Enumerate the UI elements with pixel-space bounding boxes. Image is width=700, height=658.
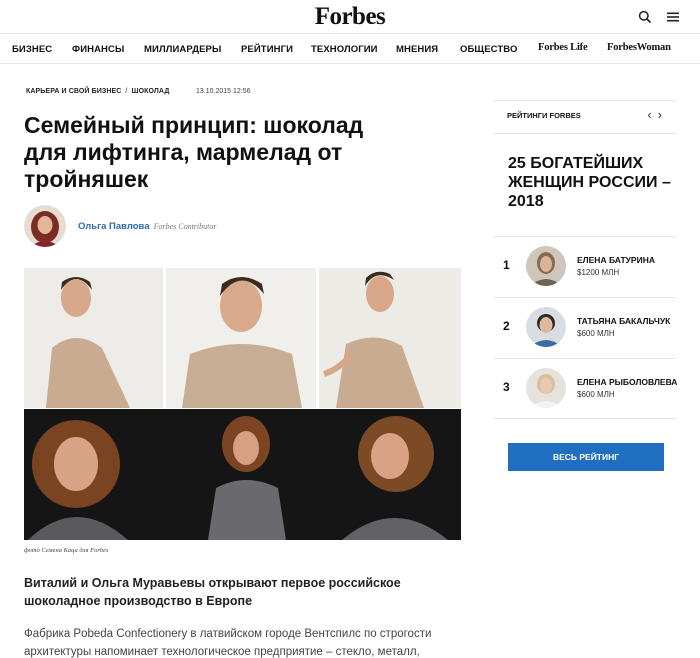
breadcrumb-separator: / — [125, 88, 128, 95]
breadcrumb-career[interactable]: КАРЬЕРА И СВОЙ БИЗНЕС — [26, 88, 121, 95]
nav-item-society[interactable]: ОБЩЕСТВО — [460, 44, 517, 55]
publish-date: 13.10.2015 12:56 — [196, 88, 251, 95]
ranking-photo — [526, 368, 566, 408]
nav-item-finance[interactable]: ФИНАНСЫ — [72, 44, 124, 55]
sidebar-header: РЕЙТИНГИ FORBES ‹ › — [493, 100, 676, 134]
breadcrumb: КАРЬЕРА И СВОЙ БИЗНЕС / ШОКОЛАД — [26, 88, 169, 95]
author-name[interactable]: Ольга Павлова — [78, 221, 150, 232]
article-lead: Виталий и Ольга Муравьевы открывают перв… — [24, 576, 401, 608]
ranking-photo — [526, 307, 566, 347]
sidebar-arrows: ‹ › — [647, 108, 662, 121]
ranking-name: ЕЛЕНА БАТУРИНА — [577, 255, 655, 265]
ranking-number: 1 — [503, 258, 510, 272]
ranking-money: $600 МЛН — [577, 390, 615, 399]
forbes-logo[interactable]: Forbes — [0, 3, 700, 31]
search-icon[interactable] — [638, 10, 652, 24]
main-nav: БИЗНЕС ФИНАНСЫ МИЛЛИАРДЕРЫ РЕЙТИНГИ ТЕХН… — [0, 34, 700, 64]
nav-item-forbes-woman[interactable]: ForbesWoman — [607, 42, 671, 53]
breadcrumb-chocolate[interactable]: ШОКОЛАД — [131, 88, 169, 95]
full-rating-button[interactable]: ВЕСЬ РЕЙТИНГ — [508, 443, 664, 471]
photo-caption: фото Семена Каца для Forbes — [24, 547, 109, 554]
ranking-name: ТАТЬЯНА БАКАЛЬЧУК — [577, 316, 671, 326]
menu-icon[interactable] — [666, 10, 680, 24]
ranking-number: 2 — [503, 319, 510, 333]
author-block: Ольга Павлова Forbes Contributor — [24, 205, 216, 247]
sidebar-rating-title[interactable]: 25 БОГАТЕЙШИХ ЖЕНЩИН РОССИИ – 2018 — [508, 154, 673, 211]
ranking-item-3[interactable]: 3 ЕЛЕНА РЫБОЛОВЛЕВА $600 МЛН — [493, 358, 678, 419]
nav-item-forbes-life[interactable]: Forbes Life — [538, 42, 588, 53]
ranking-item-2[interactable]: 2 ТАТЬЯНА БАКАЛЬЧУК $600 МЛН — [493, 297, 676, 358]
ranking-photo — [526, 246, 566, 286]
chevron-left-icon[interactable]: ‹ — [647, 108, 651, 121]
ranking-name: ЕЛЕНА РЫБОЛОВЛЕВА — [577, 377, 678, 387]
nav-item-ratings[interactable]: РЕЙТИНГИ — [241, 44, 293, 55]
ranking-item-1[interactable]: 1 ЕЛЕНА БАТУРИНА $1200 МЛН — [493, 236, 676, 297]
sidebar-header-label[interactable]: РЕЙТИНГИ FORBES — [507, 111, 581, 120]
ranking-money: $1200 МЛН — [577, 268, 620, 277]
avatar[interactable] — [24, 205, 66, 247]
author-role: Forbes Contributor — [153, 221, 217, 231]
nav-item-opinions[interactable]: МНЕНИЯ — [396, 44, 438, 55]
top-bar: Forbes — [0, 0, 700, 34]
ranking-number: 3 — [503, 380, 510, 394]
top-icons — [638, 10, 680, 24]
article-body: Фабрика Pobeda Confectionery в латвийско… — [24, 628, 432, 658]
nav-item-billionaires[interactable]: МИЛЛИАРДЕРЫ — [144, 44, 221, 55]
chevron-right-icon[interactable]: › — [658, 108, 662, 121]
article-title: Семейный принцип: шоколад для лифтинга, … — [24, 112, 364, 192]
nav-item-business[interactable]: БИЗНЕС — [12, 44, 52, 55]
article-photo — [24, 268, 461, 540]
nav-item-technology[interactable]: ТЕХНОЛОГИИ — [311, 44, 378, 55]
ranking-money: $600 МЛН — [577, 329, 615, 338]
